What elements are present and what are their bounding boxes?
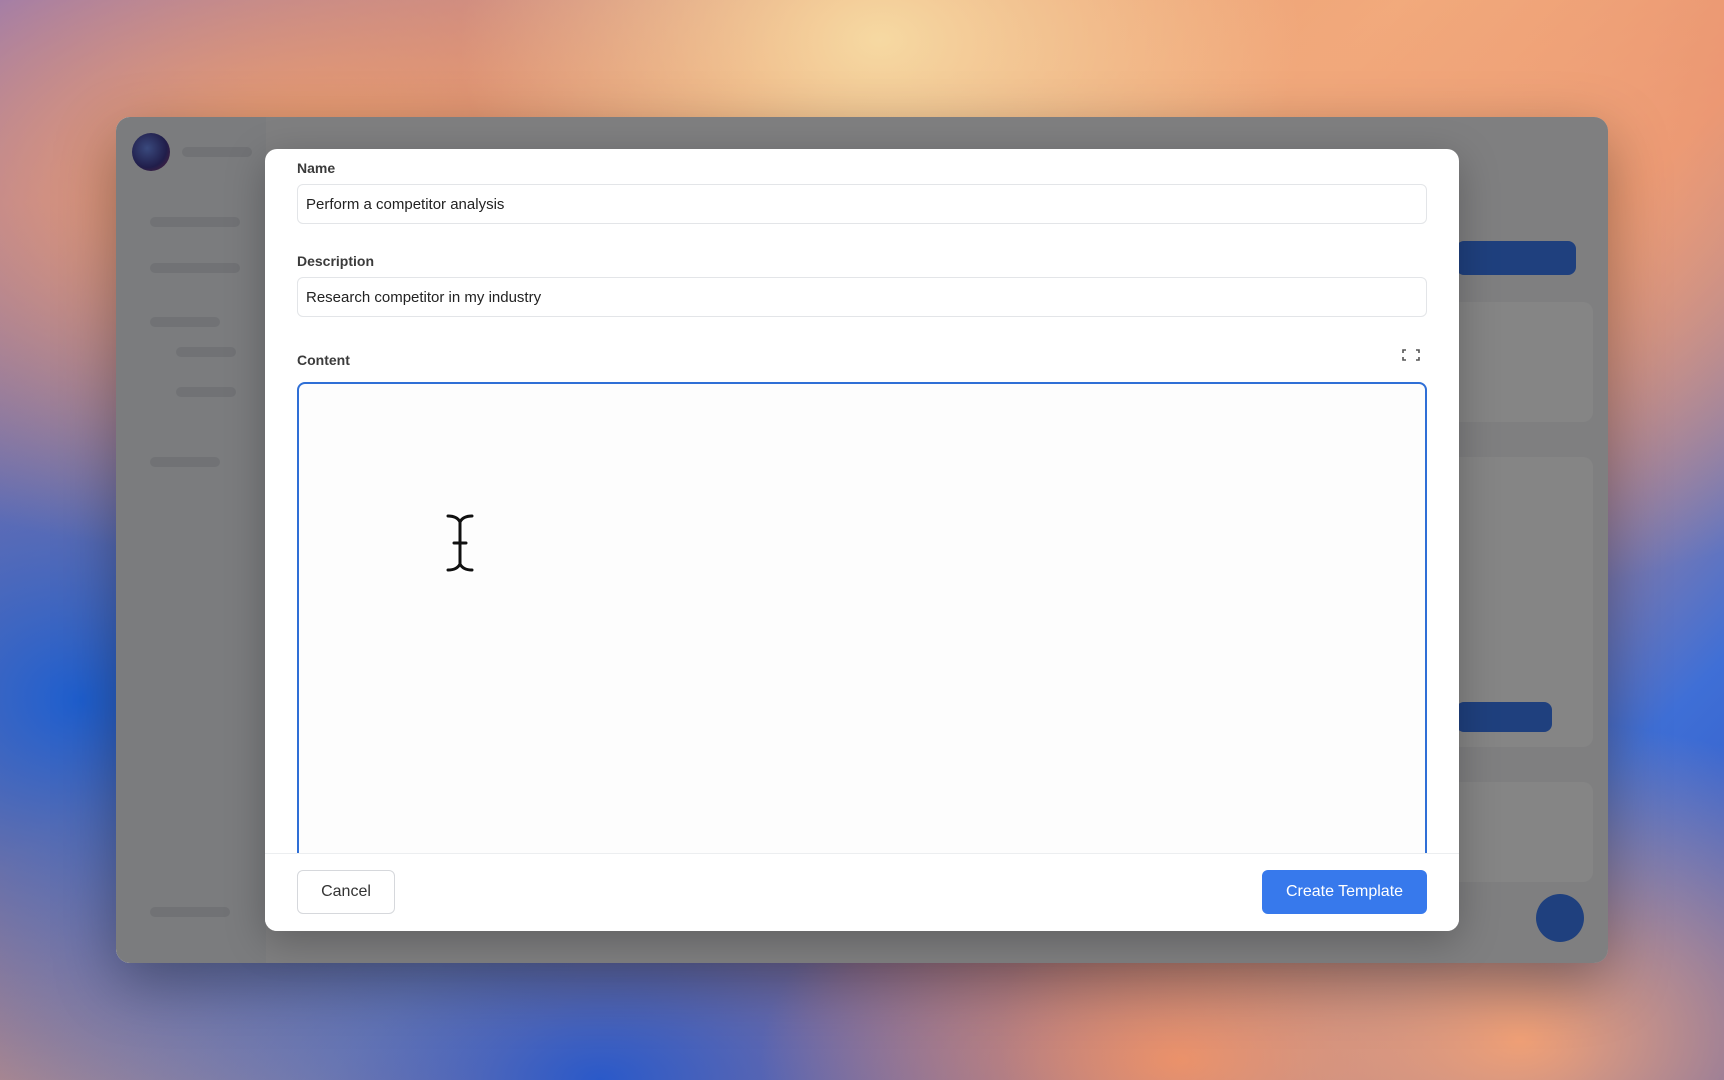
content-textarea[interactable] (297, 382, 1427, 902)
content-label: Content (297, 352, 350, 368)
expand-icon[interactable] (1402, 349, 1420, 361)
modal-footer: Cancel Create Template (265, 853, 1459, 931)
name-input[interactable] (297, 184, 1427, 224)
desktop-wallpaper: Name Description Content Cancel Create T… (0, 0, 1724, 1080)
description-label: Description (297, 253, 375, 269)
create-template-button[interactable]: Create Template (1262, 870, 1427, 914)
name-label: Name (297, 160, 336, 176)
text-cursor-icon (444, 512, 476, 574)
cancel-button[interactable]: Cancel (297, 870, 395, 914)
description-input[interactable] (297, 277, 1427, 317)
